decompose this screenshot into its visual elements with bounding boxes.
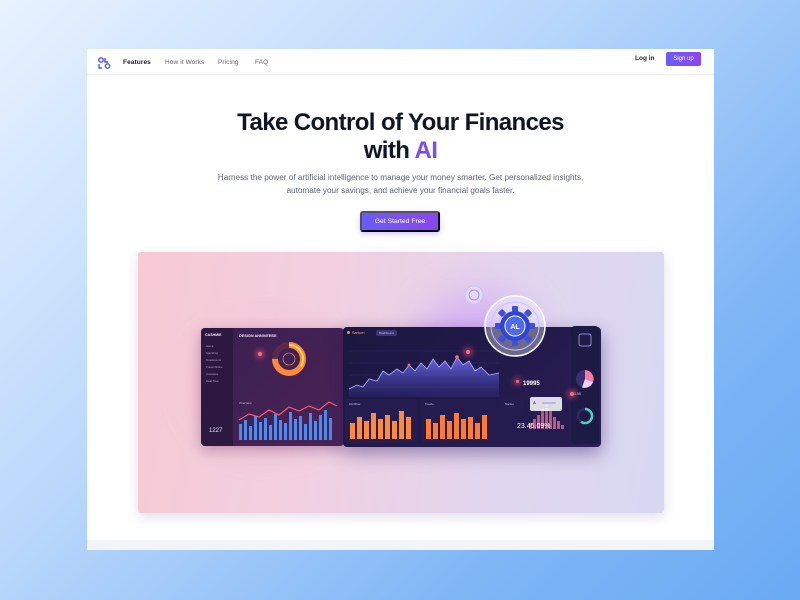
hero-subtitle: Harness the power of artificial intellig… bbox=[217, 173, 584, 195]
mockup-brand: CASHMIE bbox=[205, 333, 222, 337]
floating-card-letter: A bbox=[533, 400, 536, 405]
mockup-left-title: DESIGN ANNIVERSE bbox=[239, 334, 277, 338]
top-navigation: Features How it Works Pricing FAQ Log in… bbox=[87, 49, 714, 75]
mockup-side-item: Insurance bbox=[206, 372, 219, 376]
nav-link-features[interactable]: Features bbox=[123, 59, 151, 66]
hero-title-line-2: with AI bbox=[87, 137, 714, 165]
mockup-left-value: 1227 bbox=[209, 428, 223, 434]
mockup-right-pie bbox=[576, 370, 594, 388]
mockup-card: Workflow bbox=[345, 399, 417, 443]
browser-page: Features How it Works Pricing FAQ Log in… bbox=[87, 49, 714, 550]
mockup-main-number: 19995 bbox=[523, 381, 540, 387]
mockup-right-number: 3.95 bbox=[574, 392, 581, 396]
logo-icon[interactable] bbox=[98, 57, 111, 69]
dashboard-illustration: CASHMIE Home Spending Investments Travel… bbox=[138, 252, 664, 513]
mockup-right-icon bbox=[578, 333, 592, 347]
mockup-side-item: Spending bbox=[206, 351, 218, 355]
hero-title-prefix: with bbox=[363, 137, 410, 164]
nav-link-pricing[interactable]: Pricing bbox=[218, 59, 239, 66]
mockup-right-ring bbox=[576, 407, 594, 425]
floating-ring-icon bbox=[464, 285, 484, 305]
get-started-button[interactable]: Get Started Free bbox=[360, 211, 440, 232]
glow-spark bbox=[258, 352, 262, 356]
hero-title-accent: AI bbox=[414, 137, 438, 164]
ai-gear-badge-icon: AL bbox=[484, 295, 546, 357]
glow-spark bbox=[570, 392, 574, 396]
mockup-main-header-text: Sarturn bbox=[352, 331, 365, 335]
mockup-card-label: Workflow bbox=[349, 402, 361, 406]
mockup-main-header: Sarturn bbox=[347, 331, 364, 335]
mockup-side-item: Home bbox=[206, 344, 214, 348]
mockup-sidebar: CASHMIE Home Spending Investments Travel… bbox=[201, 328, 233, 446]
mockup-card: Trends bbox=[421, 399, 497, 443]
mockup-bar-chart bbox=[238, 401, 338, 440]
mockup-side-item: Investments bbox=[206, 358, 222, 362]
donut-ring-icon bbox=[272, 342, 306, 376]
mockup-card-bars bbox=[350, 411, 411, 439]
nav-link-faq[interactable]: FAQ bbox=[255, 59, 268, 66]
mockup-card-bars bbox=[426, 413, 487, 439]
mockup-card-label: Market bbox=[505, 402, 514, 406]
glow-spark bbox=[516, 380, 519, 383]
mockup-left-panel: CASHMIE Home Spending Investments Travel… bbox=[201, 328, 344, 446]
mockup-side-item: Travel Online bbox=[206, 365, 223, 369]
mockup-side-item: Real Time bbox=[206, 379, 219, 383]
mockup-main-tab: Dashboard bbox=[376, 330, 397, 336]
mockup-right-panel: 3.95 bbox=[571, 326, 599, 444]
mockup-card-label: Trends bbox=[425, 402, 434, 406]
hero-title-line-1: Take Control of Your Finances bbox=[237, 109, 564, 136]
mockup-main-percentage: 23.45.09% bbox=[517, 423, 551, 430]
mockup-area-chart bbox=[349, 350, 499, 397]
nav-link-how-it-works[interactable]: How it Works bbox=[165, 59, 204, 66]
signup-button[interactable]: Sign up bbox=[666, 52, 701, 66]
page-bottom-strip bbox=[87, 540, 714, 550]
login-link[interactable]: Log in bbox=[635, 55, 655, 62]
glow-spark bbox=[466, 350, 470, 354]
mockup-main-panel: Sarturn Dashboard Workflow Trends Market… bbox=[343, 327, 601, 447]
ai-badge-text: AL bbox=[510, 324, 520, 331]
floating-info-card: A bbox=[530, 397, 562, 411]
